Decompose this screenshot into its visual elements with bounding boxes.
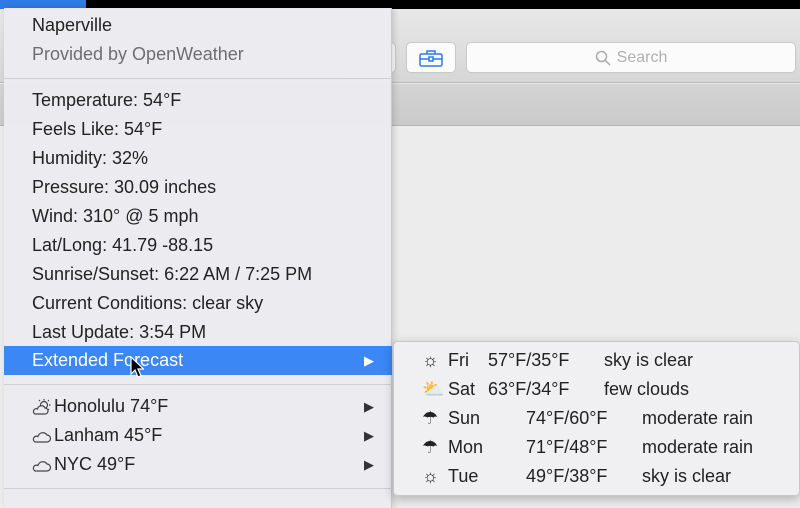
forecast-temps: 49°F/38°F (526, 466, 608, 486)
forecast-desc: few clouds (604, 379, 690, 399)
separator (4, 488, 392, 489)
search-placeholder: Search (616, 48, 668, 66)
forecast-day: Mon (448, 437, 484, 457)
forecast-day: Sat (448, 379, 476, 399)
toolbox-button[interactable] (406, 42, 456, 73)
forecast-desc: sky is clear (642, 466, 732, 486)
location-title: Naperville (32, 15, 113, 35)
forecast-desc: sky is clear (604, 350, 694, 370)
forecast-temps: 71°F/48°F (526, 437, 608, 457)
city-label: Honolulu 74°F (54, 396, 169, 416)
forecast-desc: moderate rain (642, 437, 754, 457)
submenu-arrow-icon: ▶ (364, 457, 374, 472)
submenu-arrow-icon: ▶ (364, 399, 374, 414)
forecast-temps: 57°F/35°F (488, 350, 570, 370)
forecast-day: Fri (448, 350, 469, 370)
provider-label: Provided by OpenWeather (32, 44, 244, 64)
forecast-row[interactable]: ☂ Sun 74°F/60°F moderate rain (394, 404, 799, 433)
forecast-row[interactable]: ☼ Tue 49°F/38°F sky is clear (394, 462, 799, 491)
weather-menu: Naperville Provided by OpenWeather Tempe… (4, 8, 392, 508)
separator (4, 78, 392, 79)
forecast-temps: 74°F/60°F (526, 408, 608, 428)
extended-forecast-submenu: ☼ Fri 57°F/35°F sky is clear ⛅ Sat 63°F/… (393, 341, 800, 496)
submenu-arrow-icon: ▶ (364, 428, 374, 443)
forecast-temps: 63°F/34°F (488, 379, 570, 399)
extended-forecast-item[interactable]: Extended Forecast ▶ (4, 346, 392, 375)
temperature-item[interactable]: Temperature: 54°F (4, 86, 392, 115)
city-item-honolulu[interactable]: Honolulu 74°F ▶ (4, 392, 392, 421)
cloud-icon (32, 432, 52, 443)
wind-item[interactable]: Wind: 310° @ 5 mph (4, 202, 392, 231)
city-label: NYC 49°F (54, 454, 136, 474)
forecast-day: Tue (448, 466, 479, 486)
partly-cloudy-icon: ⛅ (422, 379, 445, 399)
forecast-row[interactable]: ⛅ Sat 63°F/34°F few clouds (394, 375, 799, 404)
feels-like-item[interactable]: Feels Like: 54°F (4, 115, 392, 144)
rain-icon: ☂ (422, 437, 439, 457)
current-conditions-item[interactable]: Current Conditions: clear sky (4, 289, 392, 318)
mouse-cursor-icon (130, 356, 144, 378)
sunrise-sunset-item[interactable]: Sunrise/Sunset: 6:22 AM / 7:25 PM (4, 260, 392, 289)
rain-icon: ☂ (422, 408, 439, 428)
city-item-lanham[interactable]: Lanham 45°F ▶ (4, 421, 392, 450)
pressure-item[interactable]: Pressure: 30.09 inches (4, 173, 392, 202)
toolbox-icon (419, 49, 443, 67)
forecast-desc: moderate rain (642, 408, 754, 428)
city-item-nyc[interactable]: NYC 49°F ▶ (4, 450, 392, 479)
sun-icon: ☼ (422, 466, 439, 486)
forecast-row[interactable]: ☂ Mon 71°F/48°F moderate rain (394, 433, 799, 462)
lat-long-item[interactable]: Lat/Long: 41.79 -88.15 (4, 231, 392, 260)
separator (4, 384, 392, 385)
forecast-row[interactable]: ☼ Fri 57°F/35°F sky is clear (394, 346, 799, 375)
last-update-item[interactable]: Last Update: 3:54 PM (4, 318, 392, 347)
humidity-item[interactable]: Humidity: 32% (4, 144, 392, 173)
search-input[interactable]: Search (466, 42, 796, 73)
forecast-day: Sun (448, 408, 481, 428)
extended-forecast-label: Extended Forecast (32, 350, 184, 370)
city-label: Lanham 45°F (54, 425, 163, 445)
partly-cloudy-icon (32, 399, 51, 415)
cloud-icon (32, 461, 52, 472)
submenu-arrow-icon: ▶ (364, 353, 374, 368)
search-icon (595, 50, 611, 66)
sun-icon: ☼ (422, 350, 439, 370)
